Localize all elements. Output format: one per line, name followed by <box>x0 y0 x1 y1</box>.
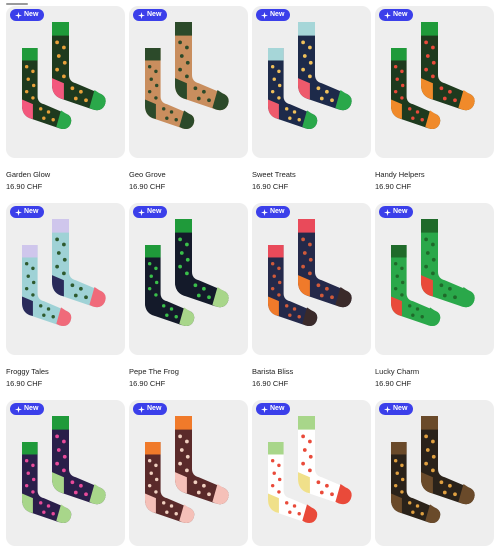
product-grid: New Garden Glow 16.90 CHF New Geo Grove … <box>6 6 494 560</box>
product-image[interactable]: New <box>6 203 125 355</box>
product-name[interactable]: Geo Grove <box>129 170 248 179</box>
new-badge-label: New <box>24 208 39 215</box>
product-card[interactable]: New Sweet Treats 16.90 CHF <box>252 6 371 203</box>
product-name[interactable]: Barista Bliss <box>252 367 371 376</box>
new-badge: New <box>379 403 414 415</box>
product-card[interactable]: New Geo Grove 16.90 CHF <box>129 6 248 203</box>
product-image[interactable]: New <box>375 400 494 546</box>
product-image[interactable]: New <box>6 6 125 158</box>
product-price: 16.90 CHF <box>6 182 43 191</box>
new-badge-label: New <box>393 11 408 18</box>
new-badge-label: New <box>393 405 408 412</box>
sock-pair-illustration <box>391 22 475 129</box>
product-image[interactable]: New <box>252 203 371 355</box>
new-badge-label: New <box>393 208 408 215</box>
new-badge: New <box>10 9 45 21</box>
product-card[interactable]: New <box>375 400 494 560</box>
sock-pair-illustration <box>268 416 352 523</box>
sock-pair-illustration <box>268 22 352 129</box>
new-badge: New <box>10 206 45 218</box>
sock-pair-illustration <box>391 416 475 523</box>
product-price: 16.90 CHF <box>129 182 166 191</box>
product-card[interactable]: New Garden Glow 16.90 CHF <box>6 6 125 203</box>
sparkle-icon <box>261 405 268 413</box>
product-name[interactable]: Froggy Tales <box>6 367 125 376</box>
product-card[interactable]: New Lucky Charm 16.90 CHF <box>375 203 494 400</box>
product-name[interactable]: Garden Glow <box>6 170 125 179</box>
product-price: 16.90 CHF <box>129 379 166 388</box>
product-price: 16.90 CHF <box>6 379 43 388</box>
sparkle-icon <box>384 405 391 413</box>
new-badge: New <box>379 206 414 218</box>
sock-pair-illustration <box>22 416 106 523</box>
product-card[interactable]: New Froggy Tales 16.90 CHF <box>6 203 125 400</box>
product-image[interactable]: New <box>252 400 371 546</box>
product-card[interactable]: New Barista Bliss 16.90 CHF <box>252 203 371 400</box>
new-badge: New <box>256 206 291 218</box>
sparkle-icon <box>138 208 145 216</box>
new-badge: New <box>256 9 291 21</box>
sock-pair-illustration <box>22 22 106 129</box>
new-badge-label: New <box>147 405 162 412</box>
sock-pair-illustration <box>145 22 229 129</box>
sock-pair-illustration <box>22 219 106 326</box>
product-image[interactable]: New <box>129 400 248 546</box>
new-badge-label: New <box>270 405 285 412</box>
sparkle-icon <box>15 405 22 413</box>
new-badge: New <box>133 9 168 21</box>
product-name[interactable]: Pepe The Frog <box>129 367 248 376</box>
product-name[interactable]: Lucky Charm <box>375 367 494 376</box>
product-price: 16.90 CHF <box>375 182 412 191</box>
sparkle-icon <box>15 208 22 216</box>
sparkle-icon <box>261 208 268 216</box>
new-badge-label: New <box>147 11 162 18</box>
sock-pair-illustration <box>145 219 229 326</box>
product-card[interactable]: New Pepe The Frog 16.90 CHF <box>129 203 248 400</box>
product-name[interactable]: Handy Helpers <box>375 170 494 179</box>
product-price: 16.90 CHF <box>252 379 289 388</box>
sparkle-icon <box>138 11 145 19</box>
new-badge-label: New <box>270 208 285 215</box>
new-badge: New <box>10 403 45 415</box>
sparkle-icon <box>138 405 145 413</box>
product-image[interactable]: New <box>252 6 371 158</box>
sparkle-icon <box>384 11 391 19</box>
product-image[interactable]: New <box>375 203 494 355</box>
product-price: 16.90 CHF <box>375 379 412 388</box>
new-badge-label: New <box>24 11 39 18</box>
product-image[interactable]: New <box>129 203 248 355</box>
new-badge: New <box>256 403 291 415</box>
new-badge: New <box>133 206 168 218</box>
sparkle-icon <box>15 11 22 19</box>
new-badge: New <box>133 403 168 415</box>
new-badge-label: New <box>24 405 39 412</box>
product-image[interactable]: New <box>375 6 494 158</box>
new-badge-label: New <box>147 208 162 215</box>
product-card[interactable]: New <box>129 400 248 560</box>
top-divider <box>6 3 28 5</box>
sparkle-icon <box>384 208 391 216</box>
new-badge: New <box>379 9 414 21</box>
product-price: 16.90 CHF <box>252 182 289 191</box>
sparkle-icon <box>261 11 268 19</box>
product-card[interactable]: New Handy Helpers 16.90 CHF <box>375 6 494 203</box>
new-badge-label: New <box>270 11 285 18</box>
sock-pair-illustration <box>268 219 352 326</box>
product-image[interactable]: New <box>6 400 125 546</box>
sock-pair-illustration <box>145 416 229 523</box>
product-card[interactable]: New <box>6 400 125 560</box>
product-card[interactable]: New <box>252 400 371 560</box>
sock-pair-illustration <box>391 219 475 326</box>
product-name[interactable]: Sweet Treats <box>252 170 371 179</box>
product-image[interactable]: New <box>129 6 248 158</box>
